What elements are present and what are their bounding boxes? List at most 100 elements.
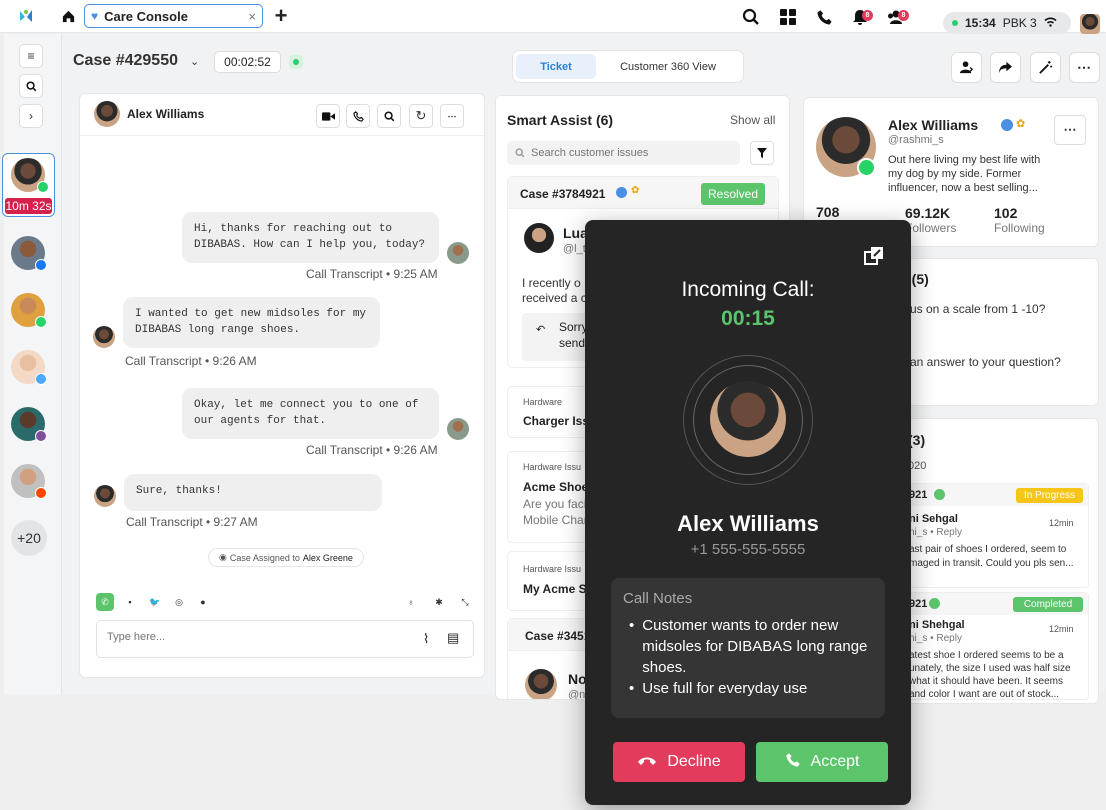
popout-icon[interactable] — [864, 246, 884, 271]
compose-input[interactable] — [107, 631, 407, 643]
issue-tag: Hardware Issu — [523, 564, 582, 574]
more-conversations-count[interactable]: +20 — [11, 520, 47, 556]
survey-question-2: an answer to your question? — [910, 355, 1061, 369]
profile-name: Alex Williams — [888, 117, 979, 133]
decline-label: Decline — [667, 753, 721, 770]
issue-preview: Are you faci — [523, 497, 587, 511]
menu-icon[interactable]: ≡ — [19, 44, 43, 68]
bulb-icon[interactable]: ♁ — [402, 593, 420, 611]
call-title: Incoming Call: — [681, 278, 815, 301]
case-preview-2: received a c — [522, 291, 587, 305]
search-conversation-icon[interactable] — [377, 104, 401, 128]
phone-icon[interactable] — [813, 6, 835, 28]
assigned-note: Case Assigned to — [229, 552, 300, 563]
posts-count: 708 — [816, 204, 840, 220]
conversation-panel: Alex Williams ↻ ⋯ Hi, thanks for reachin… — [79, 93, 485, 678]
following-count: 102 — [994, 205, 1018, 221]
contact-avatar — [94, 101, 120, 127]
related-text-3: what it should have been. It seems — [909, 676, 1063, 687]
related-item[interactable]: 921 Completed ni Shehgal 12min ni_s • Re… — [908, 592, 1089, 700]
message-bubble: Okay, let me connect you to one of our a… — [182, 388, 439, 439]
conversation-more-icon[interactable]: ⋯ — [440, 104, 464, 128]
phone-channel-icon[interactable]: ✆ — [96, 593, 114, 611]
magic-wand-icon[interactable] — [1030, 52, 1061, 83]
facebook-icon — [35, 259, 47, 271]
app-logo-icon[interactable] — [16, 6, 36, 26]
related-text-2: unately, the size I used was half size — [909, 663, 1071, 674]
template-icon[interactable]: ▤ — [447, 630, 459, 646]
reply-text-2: send — [559, 336, 586, 350]
video-call-icon[interactable] — [316, 104, 340, 128]
refresh-icon[interactable]: ↻ — [409, 104, 433, 128]
followers-label: Followers — [905, 221, 957, 235]
sms-channel-icon[interactable]: ▪ — [121, 593, 139, 611]
user-avatar[interactable] — [1080, 14, 1100, 34]
call-timer: 00:15 — [721, 307, 775, 330]
message-meta: Call Transcript • 9:26 AM — [306, 443, 438, 457]
left-rail: ≡ › 10m 32s +20 — [2, 34, 62, 694]
issue-search-input[interactable] — [531, 147, 721, 159]
related-id: 921 — [909, 489, 928, 501]
related-item[interactable]: 921 In Progress ni Sehgal 12min ni_s • R… — [908, 483, 1089, 588]
search-icon[interactable] — [740, 6, 762, 28]
chevron-down-icon[interactable]: ⌄ — [190, 55, 199, 68]
caller-avatar — [710, 381, 786, 457]
user-icon: ◉ — [219, 552, 227, 562]
tab-ticket[interactable]: Ticket — [516, 54, 596, 79]
caller-phone: +1 555-555-5555 — [690, 541, 806, 558]
close-tab-icon[interactable]: × — [248, 9, 256, 24]
verified-icon — [616, 187, 627, 198]
contact-name: Alex Williams — [127, 107, 205, 121]
show-all-link[interactable]: Show all — [730, 113, 775, 127]
assign-user-icon[interactable] — [951, 52, 982, 83]
agent-avatar — [447, 418, 469, 440]
reply-icon: ↶ — [536, 324, 546, 336]
assigned-to: Alex Greene — [302, 552, 353, 563]
issue-search[interactable] — [507, 141, 740, 165]
whatsapp-channel-icon[interactable]: ◎ — [170, 593, 188, 611]
award-icon: ✿ — [1016, 118, 1026, 130]
accept-button[interactable]: Accept — [756, 742, 888, 782]
twitter-channel-icon[interactable]: 🐦 — [146, 593, 164, 611]
status-indicator[interactable]: 15:34 PBK 3 — [943, 12, 1071, 34]
rail-search-icon[interactable] — [19, 74, 43, 98]
add-tab-button[interactable]: + — [271, 3, 291, 28]
network-name: PBK 3 — [1002, 16, 1037, 30]
award-icon: ✿ — [631, 185, 640, 196]
decline-button[interactable]: Decline — [613, 742, 745, 782]
assignment-notice: ◉ Case Assigned to Alex Greene — [208, 548, 364, 567]
related-text-2: maged in transit. Could you pls sen... — [909, 558, 1074, 569]
collapse-icon[interactable]: ⤡ — [456, 593, 474, 611]
filter-icon[interactable] — [750, 141, 774, 165]
heart-icon: ♥ — [91, 9, 99, 23]
tab-care-console[interactable]: ♥ Care Console × — [84, 4, 263, 28]
related-user: ni Shehgal — [909, 619, 965, 631]
forward-icon[interactable] — [990, 52, 1021, 83]
facebook-channel-icon[interactable]: ● — [194, 593, 212, 611]
message-bubble: Sure, thanks! — [124, 474, 382, 511]
hangup-icon — [637, 753, 657, 771]
compose-box[interactable]: ⌇ ▤ — [96, 620, 474, 658]
home-icon[interactable] — [58, 6, 78, 26]
tab-customer-360[interactable]: Customer 360 View — [596, 54, 740, 79]
related-text: atest shoe I ordered seems to be a — [909, 650, 1064, 661]
whatsapp-icon — [857, 158, 876, 177]
related-text: ast pair of shoes I ordered, seem to — [909, 544, 1067, 555]
call-note-item: Customer wants to order new midsoles for… — [642, 617, 868, 676]
active-conversation[interactable]: 10m 32s — [2, 153, 55, 217]
whatsapp-icon — [37, 181, 49, 193]
expand-chevron-icon[interactable]: › — [19, 104, 43, 128]
status-indicator-icon — [289, 55, 303, 69]
more-options-icon[interactable]: ⋯ — [1069, 52, 1100, 83]
call-icon[interactable] — [346, 104, 370, 128]
related-text-4: and color I want are out of stock... — [909, 689, 1060, 700]
verified-icon — [1001, 119, 1013, 131]
sprinklr-icon[interactable]: ✱ — [430, 593, 448, 611]
customer-avatar — [524, 223, 554, 253]
grid-icon[interactable] — [777, 6, 799, 28]
status-badge: In Progress — [1016, 488, 1083, 503]
attachment-icon[interactable]: ⌇ — [423, 631, 429, 647]
whatsapp-icon — [35, 316, 47, 328]
related-id: 921 — [909, 598, 928, 610]
profile-more-icon[interactable]: ⋯ — [1054, 115, 1086, 145]
